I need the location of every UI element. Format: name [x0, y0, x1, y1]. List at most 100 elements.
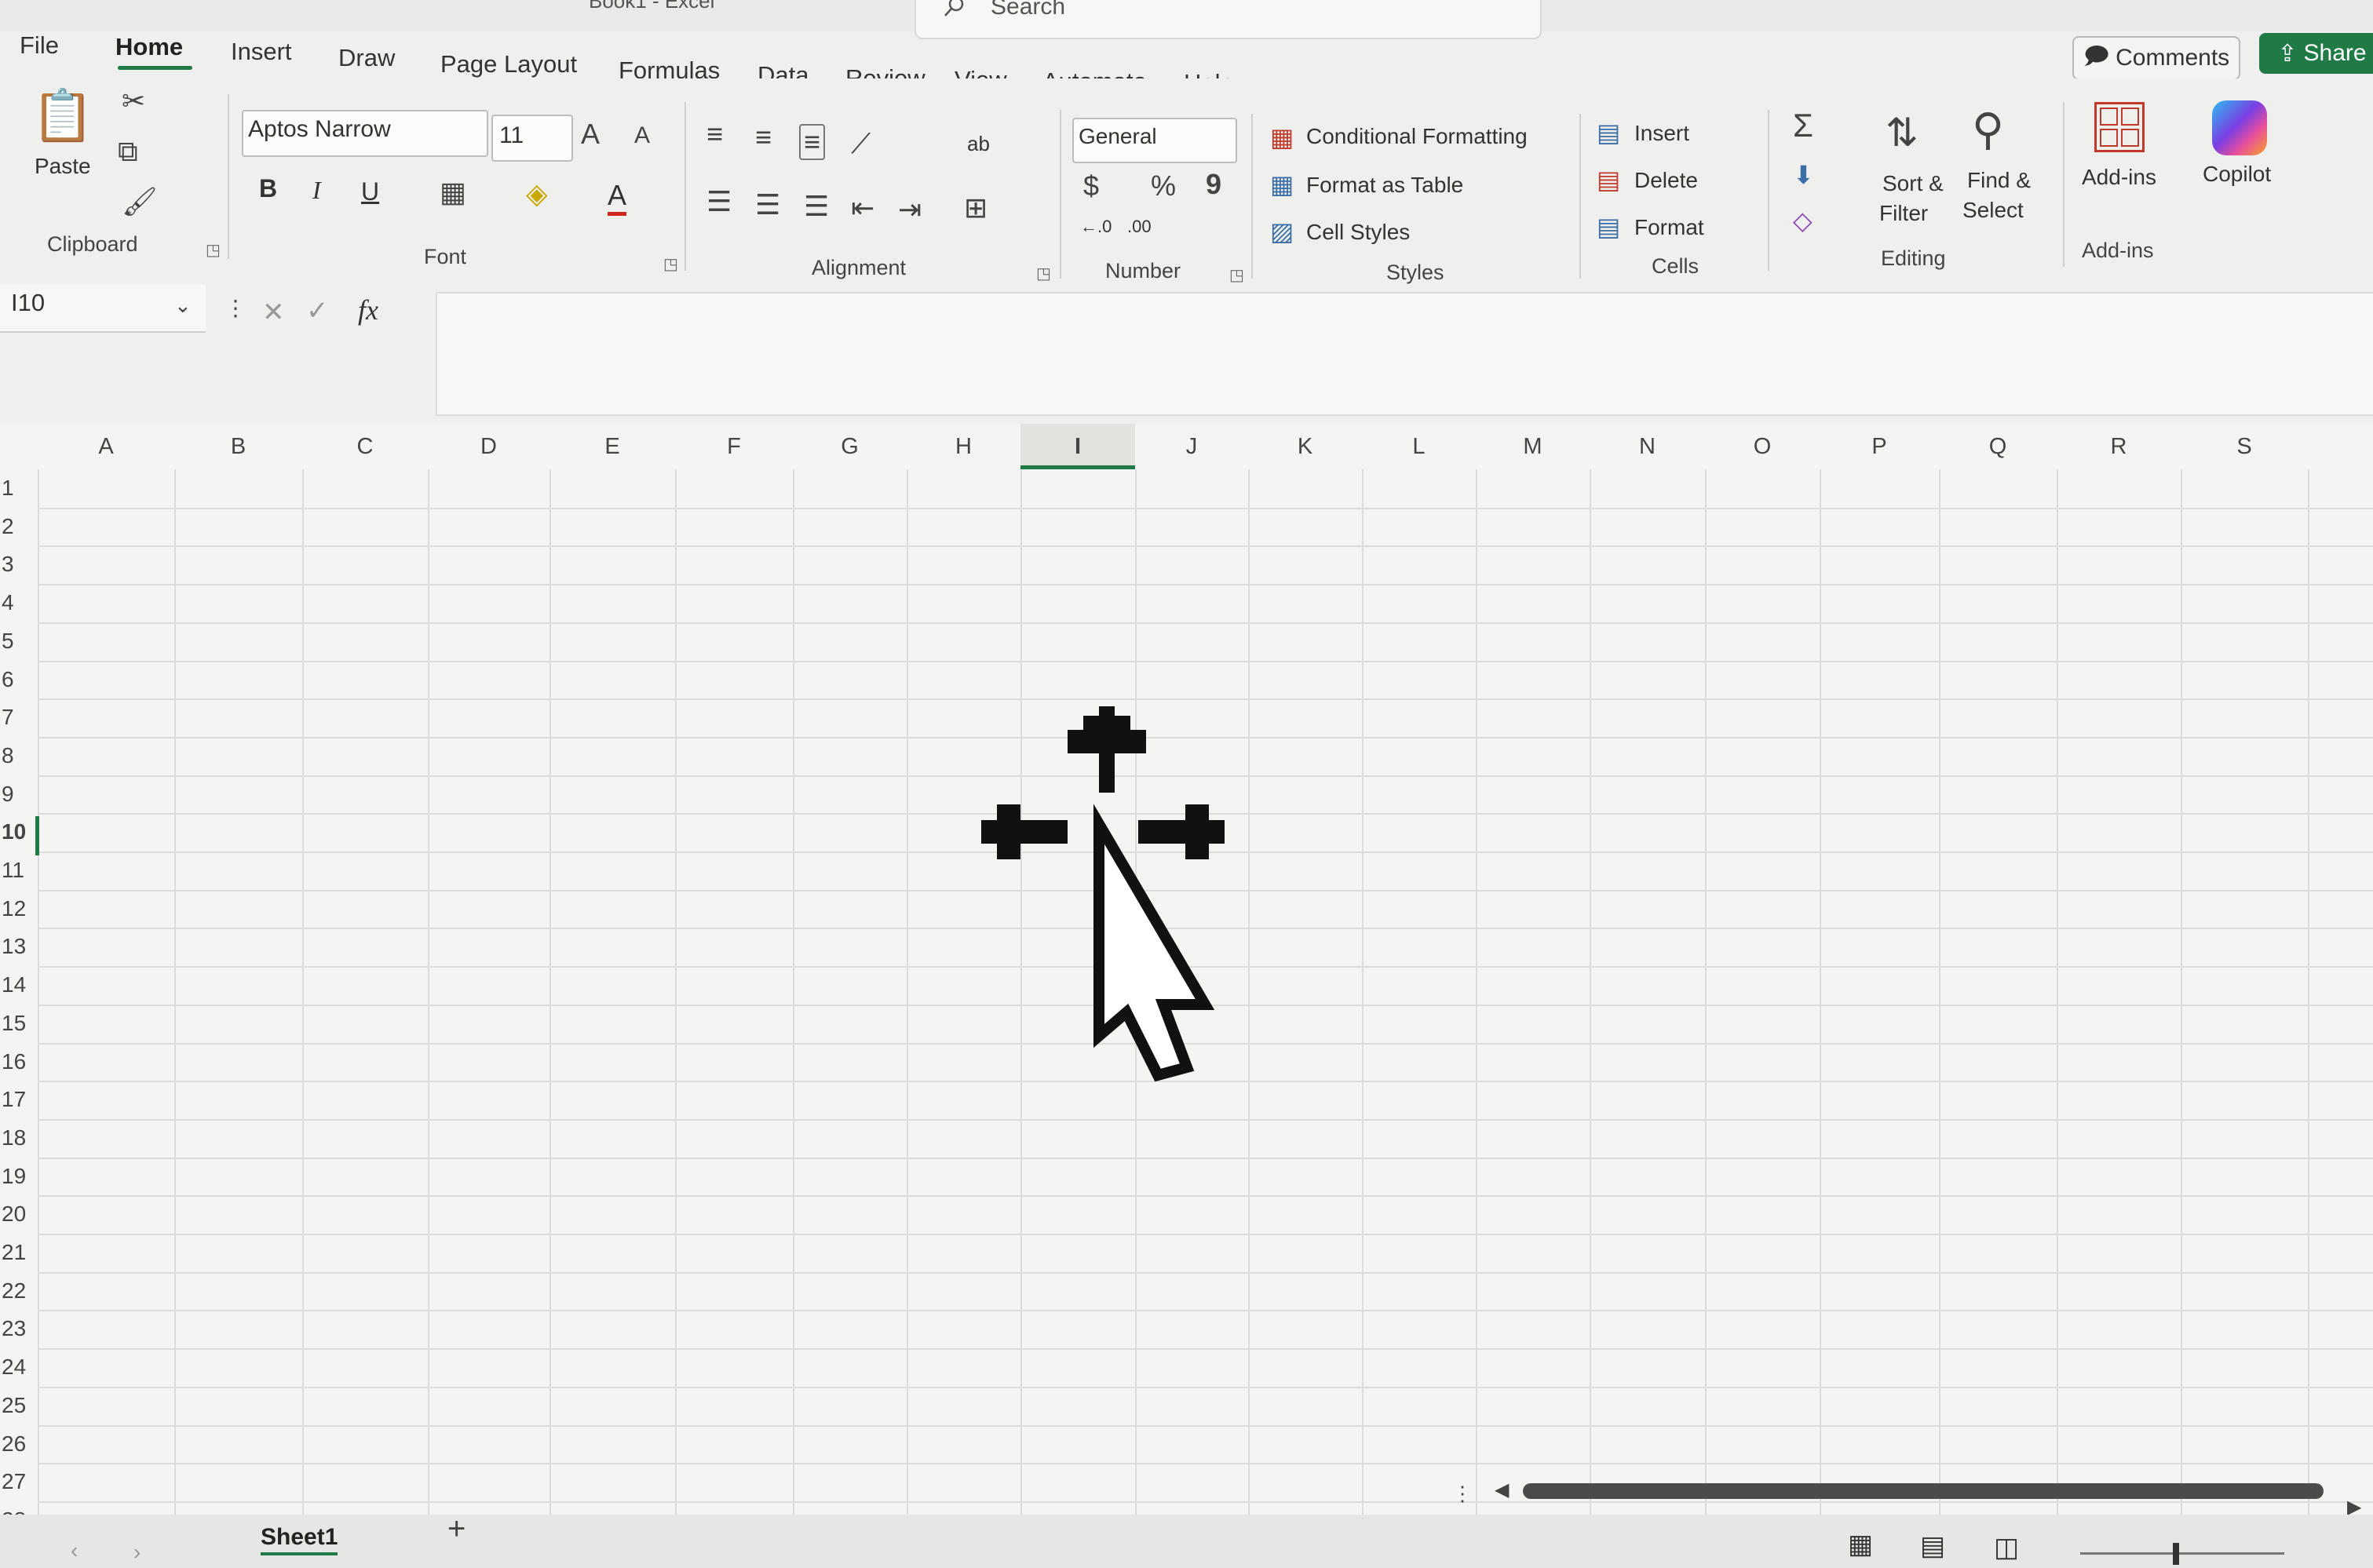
column-header-c[interactable]: C — [302, 424, 428, 469]
row-header-17[interactable]: 17 — [0, 1087, 39, 1125]
increase-decimal-icon[interactable]: ←.0 — [1080, 217, 1112, 237]
align-bottom-icon[interactable]: ≡ — [799, 124, 826, 160]
page-break-view-icon[interactable]: ◫ — [1994, 1532, 2019, 1563]
number-launcher-icon[interactable]: ◳ — [1229, 265, 1244, 285]
row-header-13[interactable]: 13 — [0, 934, 39, 972]
confirm-entry-icon[interactable]: ✓ — [306, 295, 329, 326]
find-select-icon[interactable]: ⚲ — [1972, 104, 2004, 155]
tab-home[interactable]: Home — [115, 33, 183, 61]
font-color-button[interactable]: A — [608, 179, 627, 216]
row-header-5[interactable]: 5 — [0, 629, 39, 667]
column-header-p[interactable]: P — [1820, 424, 1939, 469]
tab-draw[interactable]: Draw — [338, 44, 395, 72]
font-launcher-icon[interactable]: ◳ — [663, 254, 678, 274]
column-header-h[interactable]: H — [907, 424, 1020, 469]
borders-icon[interactable]: ▦ — [440, 176, 466, 209]
horizontal-scrollbar[interactable] — [1523, 1483, 2324, 1499]
tab-file[interactable]: File — [20, 31, 59, 60]
shrink-font-button[interactable]: A — [634, 122, 650, 149]
cut-icon[interactable]: ✂ — [122, 85, 145, 118]
add-ins-icon[interactable] — [2094, 102, 2145, 152]
underline-button[interactable]: U — [361, 177, 379, 206]
cell-styles-icon[interactable]: ▨ — [1270, 217, 1294, 246]
column-header-i[interactable]: I — [1020, 424, 1135, 469]
zoom-slider[interactable] — [2080, 1552, 2284, 1555]
column-header-q[interactable]: Q — [1939, 424, 2057, 469]
row-header-15[interactable]: 15 — [0, 1011, 39, 1049]
column-header-f[interactable]: F — [675, 424, 793, 469]
row-header-25[interactable]: 25 — [0, 1393, 39, 1431]
grow-font-button[interactable]: A — [581, 118, 600, 151]
paste-icon[interactable]: 📋 — [31, 86, 94, 145]
delete-cells-button[interactable]: Delete — [1634, 168, 1698, 193]
find-select-label-1[interactable]: Find & — [1967, 168, 2031, 193]
column-header-d[interactable]: D — [428, 424, 549, 469]
copy-icon[interactable]: ⧉ — [118, 135, 138, 169]
copilot-icon[interactable] — [2212, 100, 2267, 155]
format-as-table-icon[interactable]: ▦ — [1270, 170, 1294, 199]
formula-input[interactable] — [436, 292, 2373, 416]
row-header-26[interactable]: 26 — [0, 1431, 39, 1470]
row-header-21[interactable]: 21 — [0, 1240, 39, 1278]
conditional-formatting-button[interactable]: Conditional Formatting — [1306, 124, 1528, 149]
bold-button[interactable]: B — [259, 174, 277, 203]
clipboard-launcher-icon[interactable]: ◳ — [206, 240, 221, 260]
sort-filter-label-1[interactable]: Sort & — [1882, 171, 1944, 196]
row-header-9[interactable]: 9 — [0, 782, 39, 820]
split-handle-icon[interactable]: ⋮ — [1452, 1482, 1473, 1506]
format-cells-button[interactable]: Format — [1634, 215, 1704, 240]
format-painter-icon[interactable]: 🖌 — [122, 185, 158, 218]
page-layout-view-icon[interactable]: ▤ — [1920, 1530, 1945, 1562]
align-right-icon[interactable]: ☰ — [804, 190, 829, 223]
column-header-k[interactable]: K — [1248, 424, 1362, 469]
normal-view-icon[interactable]: ▦ — [1848, 1529, 1873, 1560]
comma-button[interactable]: 9 — [1206, 168, 1221, 201]
autosum-icon[interactable]: Σ — [1793, 107, 1813, 144]
find-select-label-2[interactable]: Select — [1962, 198, 2024, 223]
decrease-decimal-icon[interactable]: .00 — [1127, 217, 1152, 237]
row-header-8[interactable]: 8 — [0, 743, 39, 782]
row-header-10[interactable]: 10 — [0, 819, 39, 858]
sort-filter-label-2[interactable]: Filter — [1879, 201, 1928, 226]
copilot-button[interactable]: Copilot — [2203, 162, 2271, 187]
tab-page-layout[interactable]: Page Layout — [440, 50, 577, 78]
column-header-j[interactable]: J — [1135, 424, 1248, 469]
clear-icon[interactable]: ◇ — [1793, 206, 1813, 235]
row-header-6[interactable]: 6 — [0, 667, 39, 706]
prev-sheet-icon[interactable]: ‹ — [71, 1538, 78, 1563]
row-header-1[interactable]: 1 — [0, 476, 39, 514]
italic-button[interactable]: I — [312, 176, 321, 205]
paste-button[interactable]: Paste — [35, 154, 91, 179]
column-header-l[interactable]: L — [1362, 424, 1476, 469]
row-header-22[interactable]: 22 — [0, 1278, 39, 1317]
format-cells-icon[interactable]: ▤ — [1597, 212, 1620, 242]
row-header-20[interactable]: 20 — [0, 1202, 39, 1240]
column-header-s[interactable]: S — [2181, 424, 2308, 469]
sort-filter-icon[interactable]: ⇅ — [1886, 110, 1918, 155]
fill-icon[interactable]: ⬇ — [1793, 160, 1814, 190]
column-header-g[interactable]: G — [793, 424, 907, 469]
column-header-b[interactable]: B — [174, 424, 302, 469]
currency-button[interactable]: $ — [1083, 170, 1099, 202]
column-header-e[interactable]: E — [549, 424, 675, 469]
column-header-n[interactable]: N — [1590, 424, 1705, 469]
align-center-icon[interactable]: ☰ — [755, 188, 780, 221]
add-sheet-button[interactable]: + — [447, 1511, 465, 1547]
percent-button[interactable]: % — [1151, 170, 1176, 202]
scroll-left-icon[interactable]: ◀ — [1495, 1479, 1509, 1501]
row-header-7[interactable]: 7 — [0, 705, 39, 743]
cancel-entry-icon[interactable]: ✕ — [262, 297, 285, 328]
row-header-18[interactable]: 18 — [0, 1125, 39, 1164]
fill-color-icon[interactable]: ◈ — [526, 177, 548, 210]
wrap-text-button[interactable]: ab — [967, 132, 990, 156]
row-header-3[interactable]: 3 — [0, 552, 39, 590]
conditional-formatting-icon[interactable]: ▦ — [1270, 122, 1294, 152]
row-header-4[interactable]: 4 — [0, 590, 39, 629]
align-middle-icon[interactable]: ≡ — [755, 121, 772, 154]
insert-function-button[interactable]: fx — [358, 294, 378, 326]
add-ins-button[interactable]: Add-ins — [2082, 165, 2156, 190]
row-header-16[interactable]: 16 — [0, 1049, 39, 1088]
row-header-2[interactable]: 2 — [0, 514, 39, 552]
row-header-19[interactable]: 19 — [0, 1164, 39, 1202]
decrease-indent-icon[interactable]: ⇤ — [851, 191, 874, 224]
